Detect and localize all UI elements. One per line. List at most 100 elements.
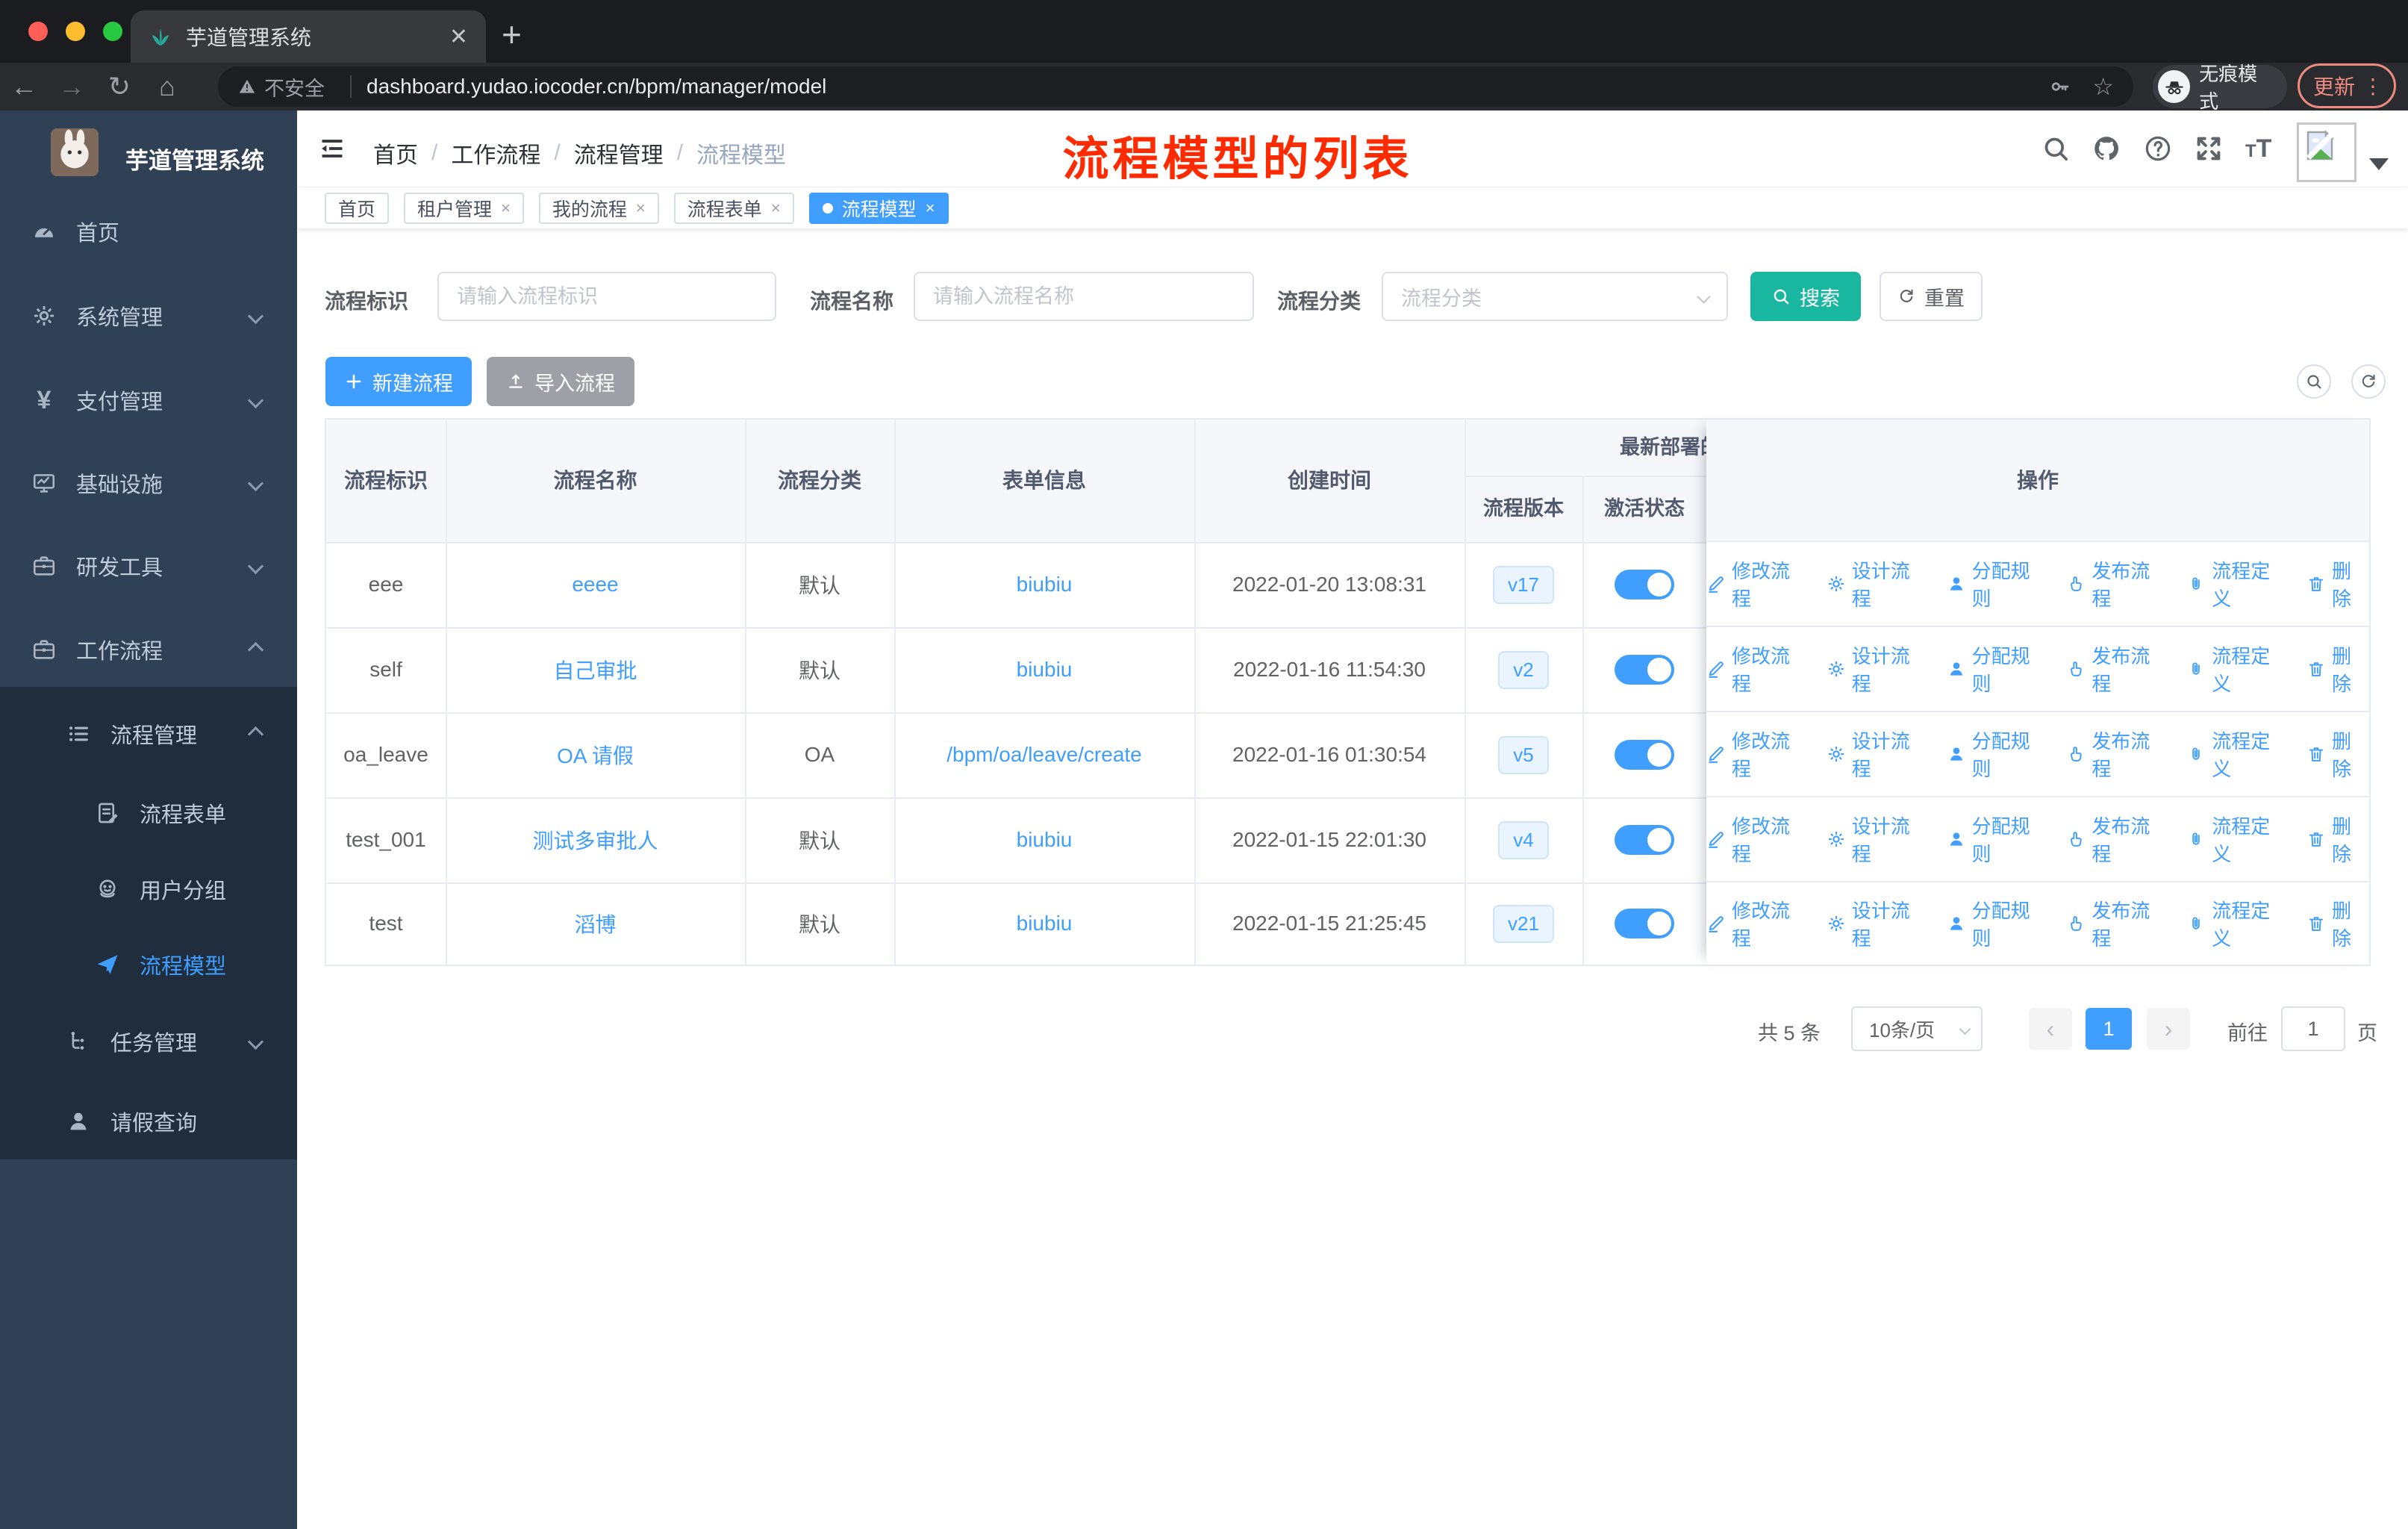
font-size-icon[interactable]: TT [2245,134,2275,164]
publish-process-link[interactable]: 发布流程 [2066,812,2167,867]
close-icon[interactable]: × [771,199,781,218]
active-toggle[interactable] [1615,825,1674,855]
chrome-menu-icon[interactable]: ⋮ [2362,74,2383,99]
active-toggle[interactable] [1615,655,1674,685]
tag-home[interactable]: 首页 [325,192,390,224]
create-process-button[interactable]: 新建流程 [325,357,472,406]
goto-page-input[interactable] [2281,1006,2345,1051]
delete-link[interactable]: 删除 [2306,556,2369,611]
url-text[interactable]: dashboard.yudao.iocoder.cn/bpm/manager/m… [366,75,2049,99]
password-key-icon[interactable] [2049,75,2071,98]
process-definition-link[interactable]: 流程定义 [2186,726,2287,782]
window-minimize-button[interactable] [66,22,85,41]
active-toggle[interactable] [1615,909,1674,938]
modify-process-link[interactable]: 修改流程 [1706,641,1807,697]
cell-form-link[interactable]: /bpm/oa/leave/create [894,712,1194,797]
assign-rule-link[interactable]: 分配规则 [1947,896,2047,951]
active-toggle[interactable] [1615,740,1674,770]
sidebar-item-task-mgmt[interactable]: 任务管理 [0,1004,297,1079]
sidebar-item-system[interactable]: 系统管理 [0,278,297,353]
delete-link[interactable]: 删除 [2306,812,2369,867]
browser-tab[interactable]: 芋道管理系统 ✕ [131,10,486,63]
sidebar-item-devtools[interactable]: 研发工具 [0,529,297,603]
next-page-button[interactable]: › [2147,1008,2190,1050]
design-process-link[interactable]: 设计流程 [1827,641,1927,697]
chrome-update-button[interactable]: 更新 ⋮ [2298,63,2396,108]
publish-process-link[interactable]: 发布流程 [2066,896,2167,951]
cell-name-link[interactable]: 测试多审批人 [446,797,745,882]
modify-process-link[interactable]: 修改流程 [1706,556,1807,611]
new-tab-button[interactable]: + [502,17,522,52]
cell-form-link[interactable]: biubiu [894,542,1194,627]
cell-form-link[interactable]: biubiu [894,882,1194,965]
user-avatar[interactable] [2297,122,2356,182]
current-page-button[interactable]: 1 [2086,1008,2132,1050]
version-badge[interactable]: v5 [1498,735,1549,774]
publish-process-link[interactable]: 发布流程 [2066,556,2167,611]
version-badge[interactable]: v2 [1498,650,1549,689]
security-label[interactable]: 不安全 [264,72,325,102]
cell-form-link[interactable]: biubiu [894,797,1194,882]
assign-rule-link[interactable]: 分配规则 [1947,556,2047,611]
tag-process-form[interactable]: 流程表单 × [673,192,794,224]
page-size-select[interactable]: 10条/页 [1851,1006,1983,1051]
refresh-table-button[interactable] [2351,364,2386,399]
assign-rule-link[interactable]: 分配规则 [1947,812,2047,867]
modify-process-link[interactable]: 修改流程 [1706,726,1807,782]
toggle-search-button[interactable] [2297,364,2331,399]
sidebar-fold-icon[interactable] [318,134,346,163]
delete-link[interactable]: 删除 [2306,726,2369,782]
close-icon[interactable]: × [926,199,935,218]
delete-link[interactable]: 删除 [2306,641,2369,697]
process-definition-link[interactable]: 流程定义 [2186,641,2287,697]
github-icon[interactable] [2092,134,2121,164]
filter-name-input[interactable] [914,272,1254,321]
publish-process-link[interactable]: 发布流程 [2066,726,2167,782]
sidebar-item-leave-query[interactable]: 请假查询 [0,1084,297,1159]
sidebar-item-infra[interactable]: 基础设施 [0,446,297,520]
version-badge[interactable]: v21 [1493,904,1554,943]
cell-name-link[interactable]: OA 请假 [446,712,745,797]
tab-close-icon[interactable]: ✕ [449,24,468,50]
breadcrumb-workflow[interactable]: 工作流程 [451,137,540,169]
delete-link[interactable]: 删除 [2306,896,2369,951]
tag-process-model[interactable]: 流程模型 × [808,192,949,224]
cell-name-link[interactable]: eeee [446,542,745,627]
search-icon[interactable] [2041,134,2071,164]
process-definition-link[interactable]: 流程定义 [2186,556,2287,611]
breadcrumb-home[interactable]: 首页 [373,137,418,169]
design-process-link[interactable]: 设计流程 [1827,896,1927,951]
cell-name-link[interactable]: 滔博 [446,882,745,965]
tag-tenant[interactable]: 租户管理 × [404,192,524,224]
prev-page-button[interactable]: ‹ [2029,1008,2072,1050]
design-process-link[interactable]: 设计流程 [1827,812,1927,867]
bookmark-star-icon[interactable]: ☆ [2092,72,2114,101]
search-button[interactable]: 搜索 [1750,272,1861,321]
process-definition-link[interactable]: 流程定义 [2186,812,2287,867]
sidebar-item-process-mgmt[interactable]: 流程管理 [0,697,297,771]
assign-rule-link[interactable]: 分配规则 [1947,726,2047,782]
filter-category-select[interactable]: 流程分类 [1382,272,1728,321]
cell-name-link[interactable]: 自己审批 [446,627,745,712]
fullscreen-icon[interactable] [2194,134,2224,164]
window-close-button[interactable] [28,22,48,41]
reload-icon[interactable]: ↻ [96,71,143,102]
close-icon[interactable]: × [501,199,511,218]
import-process-button[interactable]: 导入流程 [487,357,634,406]
modify-process-link[interactable]: 修改流程 [1706,896,1807,951]
assign-rule-link[interactable]: 分配规则 [1947,641,2047,697]
tag-my-process[interactable]: 我的流程 × [538,192,659,224]
version-badge[interactable]: v17 [1493,565,1554,604]
help-icon[interactable] [2143,134,2173,164]
back-icon[interactable]: ← [0,71,48,102]
home-icon[interactable]: ⌂ [143,71,191,102]
cell-form-link[interactable]: biubiu [894,627,1194,712]
sidebar-item-home[interactable]: 首页 [0,194,297,269]
sidebar-item-process-form[interactable]: 流程表单 [0,776,297,850]
process-definition-link[interactable]: 流程定义 [2186,896,2287,951]
active-toggle[interactable] [1615,570,1674,600]
close-icon[interactable]: × [636,199,646,218]
reset-button[interactable]: 重置 [1880,272,1983,321]
version-badge[interactable]: v4 [1498,820,1549,859]
sidebar-item-user-group[interactable]: 用户分组 [0,852,297,927]
